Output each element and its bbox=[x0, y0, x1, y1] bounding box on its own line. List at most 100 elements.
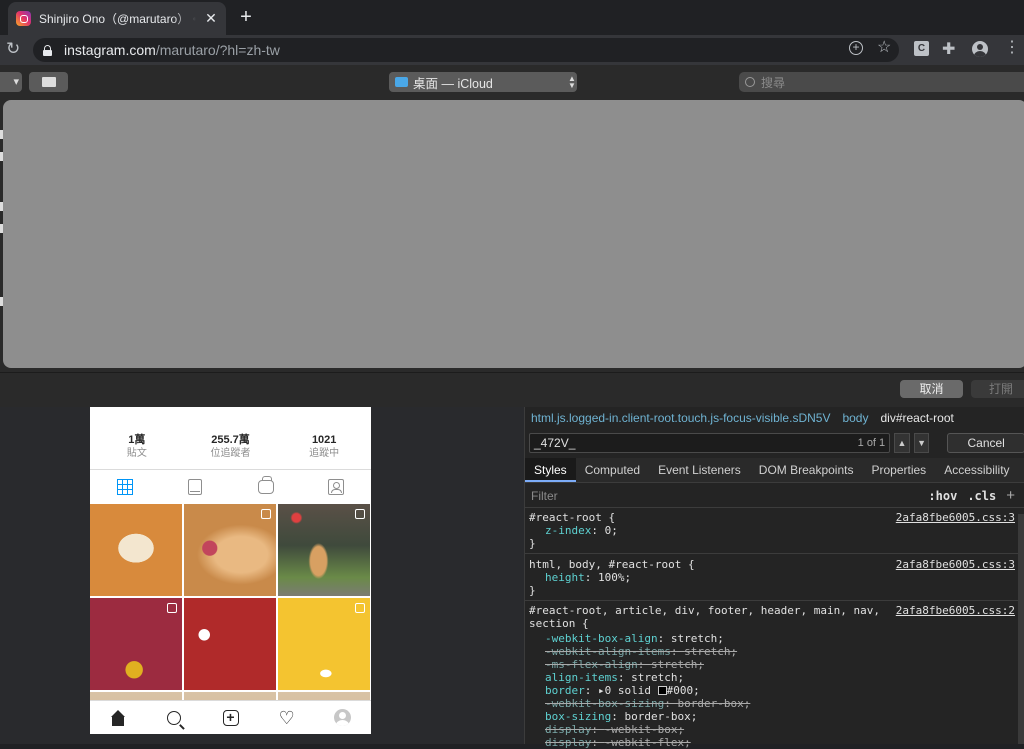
nav-activity[interactable]: ♡ bbox=[259, 709, 315, 727]
search-placeholder: 搜尋 bbox=[761, 75, 786, 90]
browser-tab[interactable]: Shinjiro Ono（@marutaro） • Instagram ✕ bbox=[8, 2, 226, 35]
tab-feed[interactable] bbox=[160, 479, 230, 495]
tagged-icon bbox=[327, 479, 344, 495]
breadcrumb-html[interactable]: html.js.logged-in.client-root.touch.js-f… bbox=[531, 411, 830, 425]
instagram-favicon-icon bbox=[16, 11, 31, 26]
photo-thumbnail[interactable] bbox=[90, 504, 182, 596]
rule-selector-cont: section { bbox=[529, 617, 589, 630]
tab-accessibility[interactable]: Accessibility bbox=[935, 458, 1018, 482]
dom-breadcrumb: html.js.logged-in.client-root.touch.js-f… bbox=[525, 407, 1024, 429]
bookmark-star-icon[interactable]: ☆ bbox=[877, 40, 891, 56]
css-property[interactable]: z-index: 0; bbox=[529, 524, 1024, 537]
nav-home[interactable] bbox=[90, 709, 146, 726]
css-property-overridden[interactable]: display: -webkit-box; bbox=[529, 723, 1024, 736]
tab-grid[interactable] bbox=[90, 479, 160, 495]
lock-icon bbox=[43, 44, 52, 56]
css-property[interactable]: box-sizing: border-box; bbox=[529, 710, 1024, 723]
rule-source-link[interactable]: 2afa8fbe6005.css:2 bbox=[896, 604, 1015, 617]
breadcrumb-body[interactable]: body bbox=[842, 411, 868, 425]
find-prev-icon[interactable]: ▲ bbox=[894, 433, 910, 453]
hov-toggle[interactable]: :hov bbox=[928, 489, 957, 503]
profile-stats: 1萬 貼文 255.7萬 位追蹤者 1021 追蹤中 bbox=[90, 427, 371, 469]
expand-arrow-icon[interactable]: ▸ bbox=[598, 684, 605, 697]
new-tab-button[interactable]: + bbox=[236, 6, 256, 28]
photo-thumbnail[interactable] bbox=[278, 504, 370, 596]
devtools-tabs: Styles Computed Event Listeners DOM Brea… bbox=[525, 458, 1024, 483]
find-bar: _472V_ 1 of 1 ▲ ▼ Cancel bbox=[525, 431, 1024, 455]
nav-profile[interactable] bbox=[315, 709, 371, 726]
cls-toggle[interactable]: .cls bbox=[967, 489, 996, 503]
dialog-search-field[interactable]: 搜尋 bbox=[739, 72, 1024, 92]
bottom-nav: + ♡ bbox=[90, 700, 371, 734]
profile-avatar-icon[interactable] bbox=[972, 41, 988, 57]
photo-thumbnail[interactable] bbox=[278, 598, 370, 690]
css-property[interactable]: align-items: stretch; bbox=[529, 671, 1024, 684]
address-bar[interactable]: instagram.com/marutaro/?hl=zh-tw bbox=[33, 38, 899, 62]
new-rule-icon[interactable]: + bbox=[1006, 487, 1015, 504]
extensions-puzzle-icon[interactable]: ✚ bbox=[942, 39, 955, 59]
photo-thumbnail[interactable] bbox=[90, 598, 182, 690]
file-browser-area[interactable] bbox=[3, 100, 1024, 368]
css-property-overridden[interactable]: display: -webkit-flex; bbox=[529, 736, 1024, 749]
tab-event-listeners[interactable]: Event Listeners bbox=[649, 458, 750, 482]
find-query: _472V_ bbox=[534, 436, 576, 450]
new-folder-button[interactable] bbox=[29, 72, 68, 92]
home-icon bbox=[110, 709, 126, 726]
css-property[interactable]: height: 100%; bbox=[529, 571, 1024, 584]
location-dropdown[interactable]: 桌面 — iCloud ▲ ▼ bbox=[389, 72, 577, 92]
desktop-folder-icon bbox=[395, 77, 408, 87]
updown-chevron-icon: ▲ ▼ bbox=[568, 74, 576, 90]
tab-tagged[interactable] bbox=[301, 479, 371, 495]
igtv-icon bbox=[257, 476, 274, 494]
stat-value: 1萬 bbox=[128, 434, 146, 446]
nav-new-post[interactable]: + bbox=[202, 709, 258, 726]
tab-properties[interactable]: Properties bbox=[862, 458, 935, 482]
kebab-menu-icon[interactable]: ⋮ bbox=[1004, 38, 1020, 58]
css-property-overridden[interactable]: -ms-flex-align: stretch; bbox=[529, 658, 1024, 671]
photo-thumbnail[interactable] bbox=[184, 598, 276, 690]
reload-icon[interactable]: ↻ bbox=[6, 39, 20, 59]
find-next-icon[interactable]: ▼ bbox=[913, 433, 930, 453]
styles-scrollbar[interactable] bbox=[1018, 514, 1024, 744]
css-rule: #react-root { 2afa8fbe6005.css:3 z-index… bbox=[525, 508, 1024, 554]
carousel-icon bbox=[261, 509, 271, 519]
location-label: 桌面 — iCloud bbox=[413, 76, 493, 91]
stat-value: 255.7萬 bbox=[211, 434, 250, 446]
css-property[interactable]: border: ▸0 solid #000; bbox=[529, 684, 1024, 697]
find-count: 1 of 1 bbox=[857, 437, 886, 449]
stat-followers[interactable]: 255.7萬 位追蹤者 bbox=[184, 427, 278, 469]
avatar-icon bbox=[334, 709, 352, 726]
css-property-overridden[interactable]: -webkit-align-items: stretch; bbox=[529, 645, 1024, 658]
find-cancel-button[interactable]: Cancel bbox=[947, 433, 1024, 453]
carousel-icon bbox=[167, 603, 177, 613]
stat-posts[interactable]: 1萬 貼文 bbox=[90, 427, 184, 469]
css-property-overridden[interactable]: -webkit-box-sizing: border-box; bbox=[529, 697, 1024, 710]
css-property[interactable]: -webkit-box-align: stretch; bbox=[529, 632, 1024, 645]
breadcrumb-react-root[interactable]: div#react-root bbox=[880, 411, 953, 425]
close-tab-icon[interactable]: ✕ bbox=[204, 10, 218, 27]
find-input[interactable]: _472V_ 1 of 1 bbox=[529, 433, 891, 453]
carousel-icon bbox=[355, 603, 365, 613]
nav-search[interactable] bbox=[146, 710, 202, 725]
filter-input[interactable]: Filter bbox=[531, 489, 928, 503]
tab-styles[interactable]: Styles bbox=[525, 458, 576, 482]
tab-computed[interactable]: Computed bbox=[576, 458, 649, 482]
rule-source-link[interactable]: 2afa8fbe6005.css:3 bbox=[896, 511, 1015, 524]
open-button[interactable]: 打開 bbox=[971, 380, 1024, 398]
profile-tabs bbox=[90, 470, 371, 504]
dialog-divider bbox=[0, 372, 1024, 373]
devtools-panel: html.js.logged-in.client-root.touch.js-f… bbox=[524, 407, 1024, 749]
stat-label: 追蹤中 bbox=[309, 448, 340, 459]
search-icon bbox=[745, 77, 755, 87]
cancel-button[interactable]: 取消 bbox=[900, 380, 963, 398]
rule-source-link[interactable]: 2afa8fbe6005.css:3 bbox=[896, 558, 1015, 571]
url-path: /marutaro/?hl=zh-tw bbox=[155, 42, 280, 58]
tab-dom-breakpoints[interactable]: DOM Breakpoints bbox=[750, 458, 863, 482]
stat-following[interactable]: 1021 追蹤中 bbox=[277, 427, 371, 469]
photo-thumbnail[interactable] bbox=[184, 504, 276, 596]
view-options-button[interactable]: ▾ bbox=[0, 72, 22, 92]
extension-c-icon[interactable]: C bbox=[914, 41, 929, 56]
color-swatch[interactable] bbox=[657, 686, 667, 695]
zoom-plus-icon[interactable]: + bbox=[849, 41, 863, 55]
tab-igtv[interactable] bbox=[231, 476, 301, 494]
